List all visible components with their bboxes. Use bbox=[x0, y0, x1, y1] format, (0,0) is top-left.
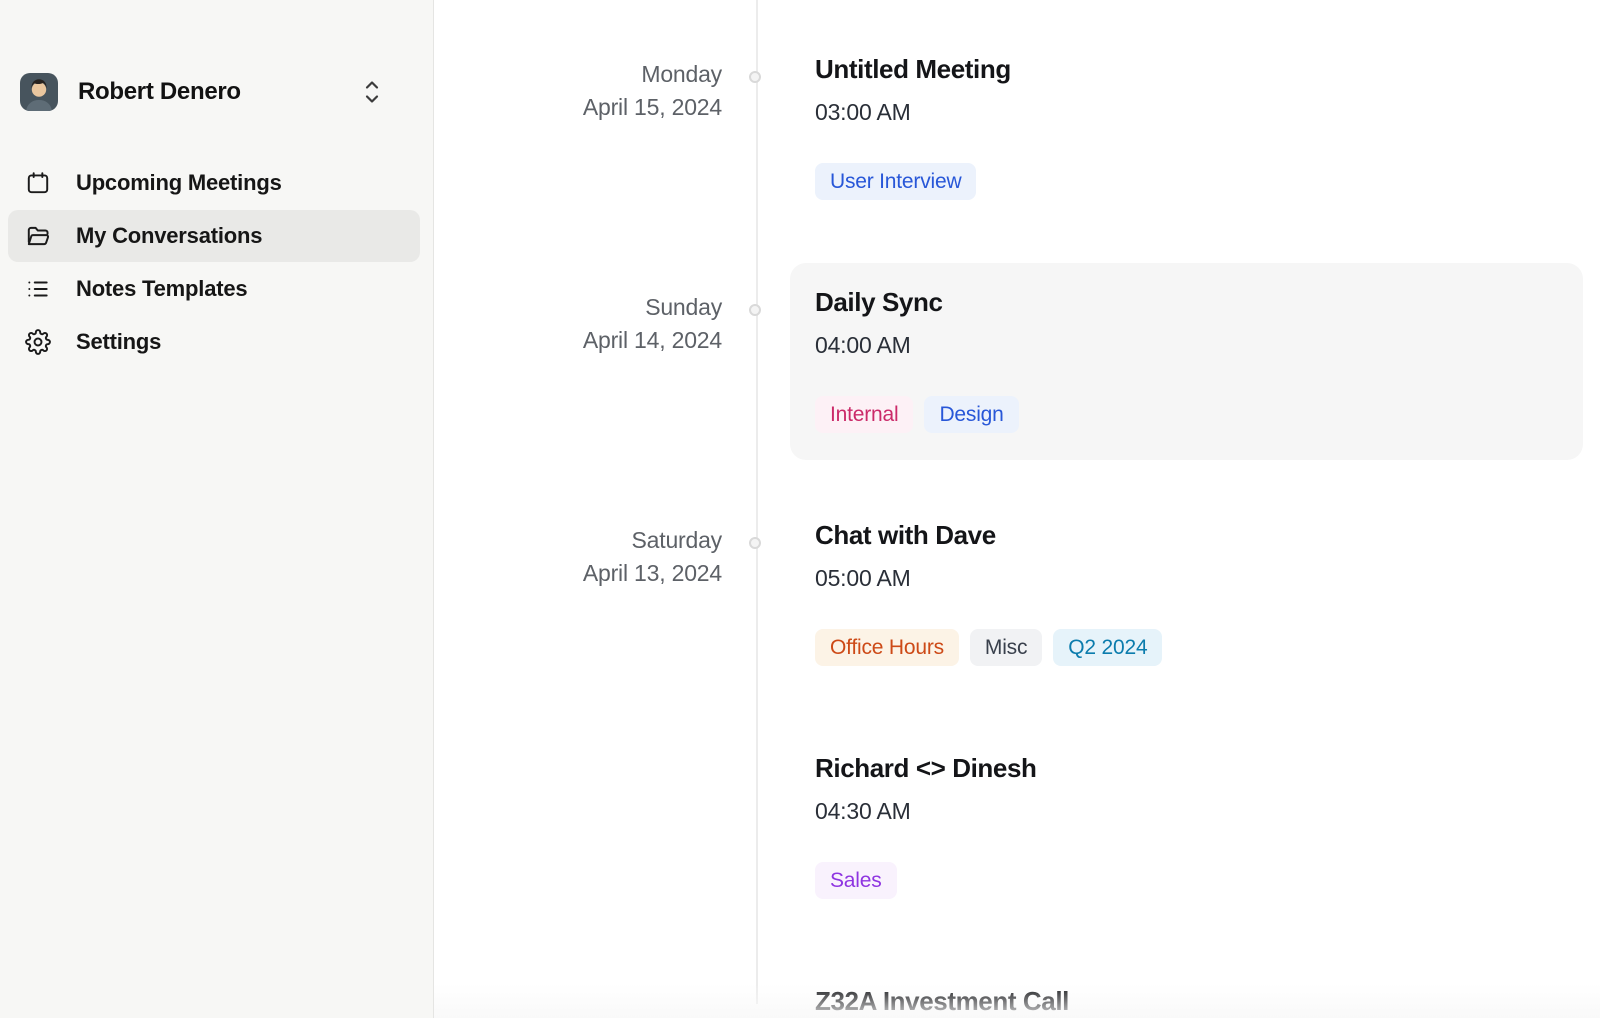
avatar[interactable] bbox=[20, 73, 58, 111]
chevron-up-down-icon[interactable] bbox=[361, 78, 383, 106]
sidebar-item-upcoming-meetings[interactable]: Upcoming Meetings bbox=[8, 157, 420, 209]
meeting-card[interactable]: Untitled Meeting 03:00 AM User Interview bbox=[815, 44, 1560, 200]
timeline-entry: Richard <> Dinesh 04:30 AM Sales bbox=[434, 743, 1600, 976]
sidebar-item-label: My Conversations bbox=[76, 223, 262, 249]
gear-icon bbox=[24, 329, 51, 356]
sidebar-item-my-conversations[interactable]: My Conversations bbox=[8, 210, 420, 262]
tag-row: Office Hours Misc Q2 2024 bbox=[815, 629, 1560, 666]
tag-row: User Interview bbox=[815, 163, 1560, 200]
meeting-title: Daily Sync bbox=[815, 285, 1560, 319]
date-text: April 14, 2024 bbox=[434, 324, 722, 357]
sidebar-nav: Upcoming Meetings My Conversations bbox=[0, 157, 433, 368]
tag[interactable]: User Interview bbox=[815, 163, 976, 200]
sidebar-item-label: Settings bbox=[76, 329, 161, 355]
meeting-card[interactable]: Daily Sync 04:00 AM Internal Design bbox=[815, 277, 1560, 433]
date-text: April 13, 2024 bbox=[434, 557, 722, 590]
timeline-dot bbox=[749, 537, 761, 549]
tag-row: Internal Design bbox=[815, 396, 1560, 433]
folder-icon bbox=[24, 223, 51, 250]
timeline-entry: Saturday April 13, 2024 Chat with Dave 0… bbox=[434, 510, 1600, 743]
sidebar-item-label: Upcoming Meetings bbox=[76, 170, 282, 196]
timeline-entry: Z32A Investment Call bbox=[434, 976, 1600, 1018]
timeline-entries: Monday April 15, 2024 Untitled Meeting 0… bbox=[434, 44, 1600, 1018]
conversations-timeline: Monday April 15, 2024 Untitled Meeting 0… bbox=[434, 0, 1600, 1018]
tag[interactable]: Misc bbox=[970, 629, 1042, 666]
meeting-time: 04:30 AM bbox=[815, 796, 1560, 826]
tag[interactable]: Sales bbox=[815, 862, 897, 899]
timeline-dot bbox=[749, 304, 761, 316]
date-text: April 15, 2024 bbox=[434, 91, 722, 124]
date-label: Sunday April 14, 2024 bbox=[434, 291, 722, 357]
profile-switcher[interactable]: Robert Denero bbox=[20, 73, 413, 111]
timeline-dot bbox=[749, 71, 761, 83]
sidebar-item-notes-templates[interactable]: Notes Templates bbox=[8, 263, 420, 315]
tag-row: Sales bbox=[815, 862, 1560, 899]
day-label: Saturday bbox=[434, 524, 722, 557]
day-label: Monday bbox=[434, 58, 722, 91]
meeting-title: Z32A Investment Call bbox=[815, 984, 1560, 1018]
meeting-card[interactable]: Z32A Investment Call bbox=[815, 976, 1560, 1018]
date-label: Saturday April 13, 2024 bbox=[434, 524, 722, 590]
calendar-icon bbox=[24, 170, 51, 197]
sidebar-item-label: Notes Templates bbox=[76, 276, 247, 302]
meeting-time: 03:00 AM bbox=[815, 97, 1560, 127]
meeting-time: 04:00 AM bbox=[815, 330, 1560, 360]
timeline-entry: Monday April 15, 2024 Untitled Meeting 0… bbox=[434, 44, 1600, 277]
user-name: Robert Denero bbox=[78, 78, 241, 106]
sidebar-item-settings[interactable]: Settings bbox=[8, 316, 420, 368]
tag[interactable]: Design bbox=[924, 396, 1018, 433]
meeting-notes-app: Robert Denero Upcoming Meetings bbox=[0, 0, 1600, 1018]
tag[interactable]: Internal bbox=[815, 396, 913, 433]
day-label: Sunday bbox=[434, 291, 722, 324]
tag[interactable]: Q2 2024 bbox=[1053, 629, 1162, 666]
list-icon bbox=[24, 276, 51, 303]
sidebar: Robert Denero Upcoming Meetings bbox=[0, 0, 434, 1018]
meeting-card[interactable]: Richard <> Dinesh 04:30 AM Sales bbox=[815, 743, 1560, 899]
meeting-title: Untitled Meeting bbox=[815, 52, 1560, 86]
meeting-title: Chat with Dave bbox=[815, 518, 1560, 552]
date-label: Monday April 15, 2024 bbox=[434, 58, 722, 124]
timeline-entry: Sunday April 14, 2024 Daily Sync 04:00 A… bbox=[434, 277, 1600, 510]
meeting-title: Richard <> Dinesh bbox=[815, 751, 1560, 785]
tag[interactable]: Office Hours bbox=[815, 629, 959, 666]
meeting-time: 05:00 AM bbox=[815, 563, 1560, 593]
meeting-card[interactable]: Chat with Dave 05:00 AM Office Hours Mis… bbox=[815, 510, 1560, 666]
